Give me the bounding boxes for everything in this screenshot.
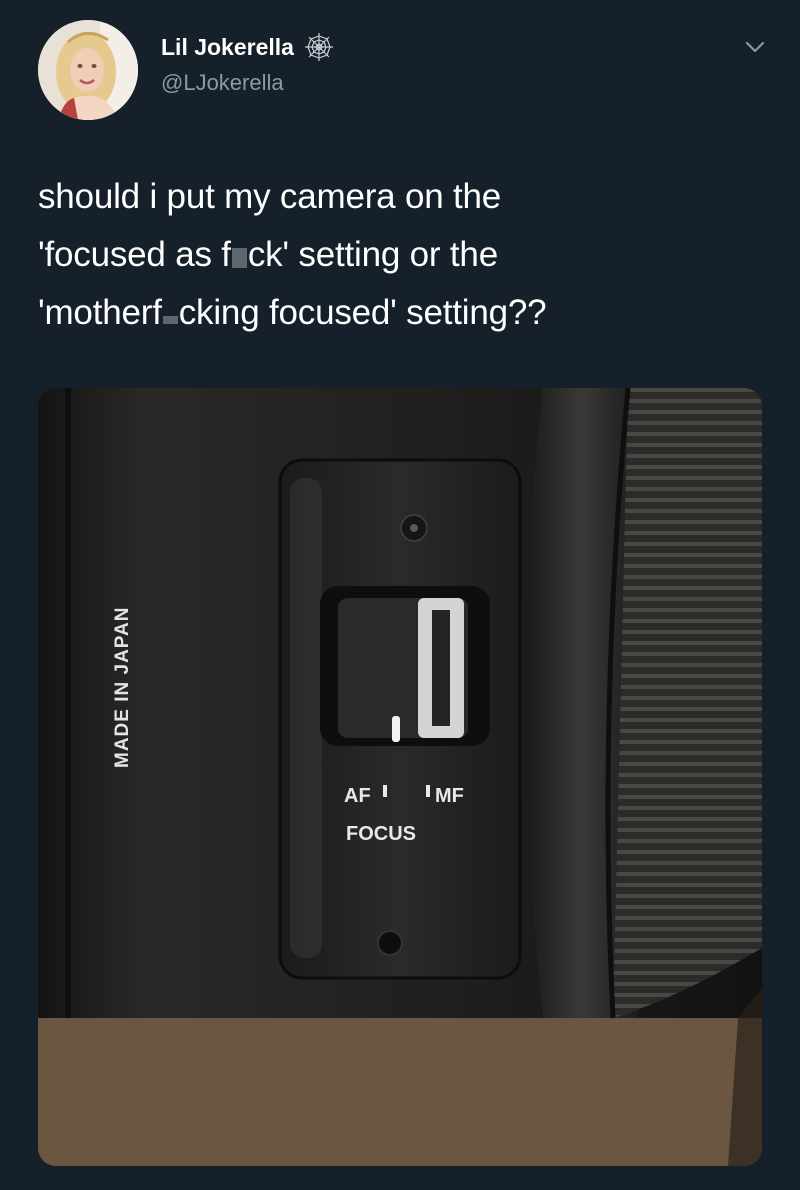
user-handle[interactable]: @LJokerella (161, 68, 334, 98)
tweet-line-text: cking focused' setting?? (178, 293, 547, 332)
censor-mark (162, 316, 178, 324)
switch-af-label: AF (344, 785, 371, 807)
switch-mf-label: MF (435, 785, 464, 807)
tweet-line-text: 'motherf (38, 293, 162, 332)
tweet-line-3: 'motherf cking focused' setting?? (38, 284, 758, 342)
display-name[interactable]: Lil Jokerella (161, 32, 334, 62)
tweet-line-text: ck' setting or the (247, 235, 498, 274)
tweet-line-2: 'focused as f ck' setting or the (38, 226, 758, 284)
tweet-header: Lil Jokerella @LJokerella (38, 20, 768, 130)
display-name-text[interactable]: Lil Jokerella (161, 32, 294, 62)
tweet-text: should i put my camera on the 'focused a… (38, 168, 758, 342)
spiderweb-icon (304, 32, 334, 62)
avatar[interactable] (38, 20, 138, 120)
tweet-line-text: should i put my camera on the (38, 177, 502, 216)
switch-focus-label: FOCUS (346, 823, 416, 845)
avatar-image (38, 20, 138, 120)
tweet-line-text: 'focused as f (38, 235, 231, 274)
chevron-down-icon[interactable] (742, 34, 768, 60)
user-names: Lil Jokerella @LJokerella (161, 32, 334, 98)
tweet-photo[interactable]: AF MF FOCUS MADE IN JAPAN (38, 388, 762, 1166)
camera-lens-photo: AF MF FOCUS MADE IN JAPAN (38, 388, 762, 1166)
tweet-line-1: should i put my camera on the (38, 168, 758, 226)
made-in-japan-engraving: MADE IN JAPAN (112, 607, 133, 769)
censor-mark (231, 248, 247, 268)
